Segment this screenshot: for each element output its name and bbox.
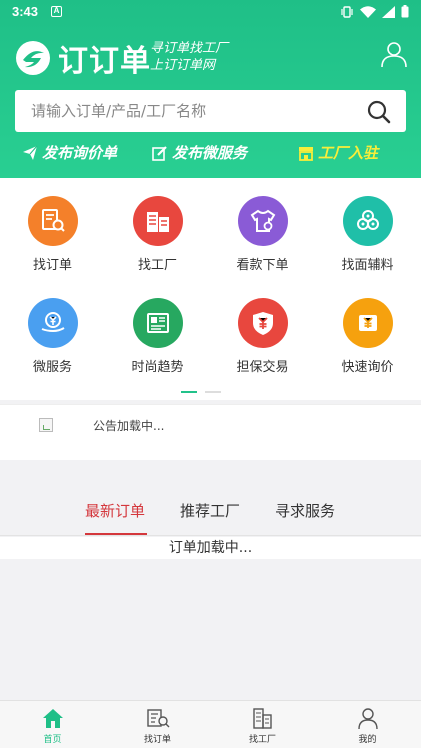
category-label: 担保交易: [236, 360, 289, 375]
quick-actions: 发布询价单 发布微服务 工厂入驻: [0, 142, 421, 164]
category-find-fabric[interactable]: 找面辅料: [315, 196, 420, 273]
category-label: 微服务: [32, 360, 72, 375]
tab-seek-services[interactable]: 寻求服务: [275, 500, 335, 521]
broken-image-icon: [39, 418, 53, 432]
publish-inquiry-label: 发布询价单: [42, 144, 118, 162]
active-tab-indicator: [85, 533, 147, 535]
category-grid: 找订单 找工厂 看款下单 找面辅料 微服务 时尚趋势 担保交易 快速询价: [0, 178, 421, 400]
tab-recommended-factories[interactable]: 推荐工厂: [180, 500, 240, 521]
signal-icon: [382, 5, 395, 18]
search-input[interactable]: [15, 90, 355, 132]
notification-icon: A: [51, 6, 62, 17]
nav-mine[interactable]: 我的: [315, 706, 420, 745]
announcement-text: 公告加载中...: [93, 419, 165, 433]
order-search-icon: [27, 196, 78, 246]
slogan: 寻订单找工厂 上订订单网: [150, 40, 228, 74]
nav-find-order[interactable]: 找订单: [105, 706, 210, 745]
search-bar: [15, 90, 406, 132]
category-label: 找面辅料: [341, 258, 394, 273]
publish-inquiry-button[interactable]: 发布询价单: [22, 142, 117, 163]
category-find-factory[interactable]: 找工厂: [105, 196, 210, 273]
shield-yuan-icon: [237, 298, 288, 348]
nav-label: 找订单: [143, 735, 171, 745]
brand-logo-icon: [16, 41, 50, 75]
publish-service-button[interactable]: 发布微服务: [152, 142, 247, 163]
status-time: 3:43: [12, 4, 39, 19]
yuan-hand-icon: [27, 298, 78, 348]
pager-dots: [181, 391, 221, 393]
order-search-icon: [146, 709, 169, 728]
tab-latest-orders[interactable]: 最新订单: [85, 500, 145, 521]
pager-dot-active: [181, 391, 197, 393]
slogan-line1: 寻订单找工厂: [150, 41, 229, 56]
category-secured-trade[interactable]: 担保交易: [210, 298, 315, 375]
edit-icon: [152, 145, 167, 161]
factory-icon: [132, 196, 183, 246]
shirt-icon: [237, 196, 288, 246]
category-label: 找订单: [32, 258, 72, 273]
battery-icon: [401, 5, 409, 18]
status-bar: 3:43 A: [0, 0, 421, 24]
factory-join-button[interactable]: 工厂入驻: [298, 142, 378, 163]
nav-label: 找工厂: [248, 735, 276, 745]
brand-logo[interactable]: 订订单: [14, 36, 151, 80]
brand-name: 订订单: [58, 44, 151, 79]
paper-plane-icon: [23, 145, 38, 160]
fabric-rolls-icon: [342, 196, 393, 246]
vibrate-icon: [341, 5, 353, 18]
search-icon[interactable]: [366, 99, 392, 125]
list-tabs: 最新订单 推荐工厂 寻求服务: [0, 486, 421, 536]
header: 3:43 A 订订单 寻订单找工厂 上订订单网 发布询价单: [0, 0, 421, 178]
bottom-nav: 首页 找订单 找工厂 我的: [0, 700, 421, 748]
category-fashion-trends[interactable]: 时尚趋势: [105, 298, 210, 375]
user-icon: [357, 708, 378, 730]
home-icon: [42, 709, 63, 728]
publish-service-label: 发布微服务: [172, 144, 248, 162]
category-label: 快速询价: [341, 360, 394, 375]
store-icon: [299, 146, 313, 161]
category-find-order[interactable]: 找订单: [0, 196, 105, 273]
pager-dot: [205, 391, 221, 393]
system-icons: [340, 5, 409, 18]
factory-join-label: 工厂入驻: [318, 144, 379, 162]
category-label: 看款下单: [236, 258, 289, 273]
slogan-line2: 上订订单网: [150, 58, 216, 73]
price-tag-icon: [342, 298, 393, 348]
category-label: 找工厂: [137, 258, 177, 273]
order-list-loading: 订单加载中...: [0, 537, 421, 559]
category-browse-styles[interactable]: 看款下单: [210, 196, 315, 273]
category-quick-quote[interactable]: 快速询价: [315, 298, 420, 375]
nav-label: 首页: [43, 735, 62, 745]
category-micro-service[interactable]: 微服务: [0, 298, 105, 375]
user-icon[interactable]: [380, 40, 408, 68]
news-icon: [132, 298, 183, 348]
nav-home[interactable]: 首页: [0, 706, 105, 745]
factory-icon: [252, 708, 272, 729]
nav-label: 我的: [358, 735, 377, 745]
wifi-icon: [360, 5, 376, 18]
announcement-bar[interactable]: 公告加载中...: [0, 404, 421, 460]
nav-find-factory[interactable]: 找工厂: [210, 706, 315, 745]
category-label: 时尚趋势: [131, 360, 184, 375]
